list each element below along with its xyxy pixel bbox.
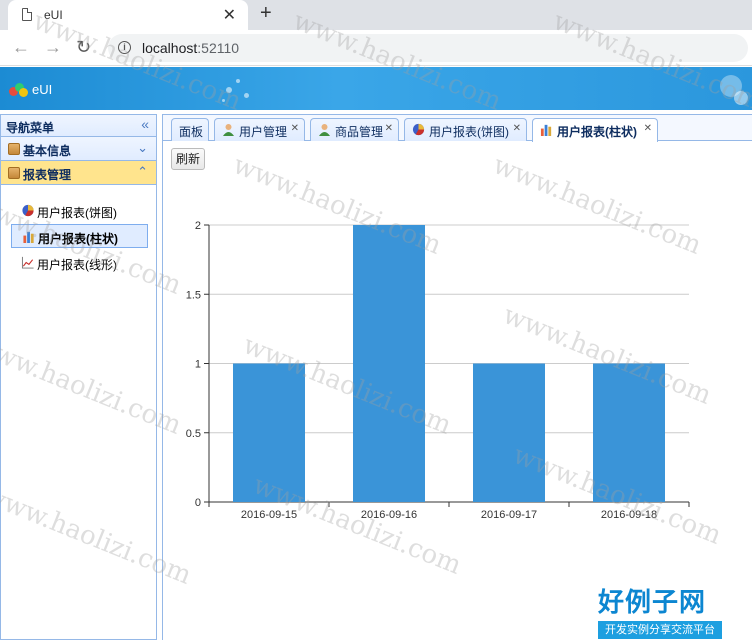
bar (593, 363, 665, 502)
collapse-left-icon[interactable]: « (141, 116, 149, 132)
group-label: 报表管理 (23, 168, 72, 182)
user-icon (319, 124, 330, 136)
header-bubble (236, 79, 240, 83)
group-report-management[interactable]: 报表管理 ⌃ (1, 161, 156, 185)
folder-icon (8, 143, 20, 155)
document-icon (22, 8, 32, 21)
x-tick-label: 2016-09-18 (601, 509, 657, 521)
close-tab-icon[interactable]: ✕ (513, 123, 521, 134)
tab-label: 用户报表(饼图) (429, 125, 509, 139)
info-icon[interactable]: i (118, 41, 131, 54)
y-tick-label: 0.5 (186, 428, 201, 440)
pie-chart-icon (22, 204, 34, 217)
close-tab-icon[interactable]: ✕ (385, 123, 393, 134)
reload-icon[interactable]: ↻ (76, 37, 91, 58)
sidebar-item-label: 用户报表(饼图) (37, 206, 117, 220)
app-header: eUI (0, 67, 752, 110)
tab-label: 面板 (179, 125, 204, 139)
line-chart-icon (21, 256, 34, 269)
sidebar-item-label: 用户报表(线形) (37, 258, 117, 272)
tab-product-management[interactable]: 商品管理 ✕ (310, 118, 399, 141)
collapse-up-icon[interactable]: ⌃ (137, 164, 148, 180)
refresh-button[interactable]: 刷新 (171, 148, 206, 170)
bar (353, 225, 425, 502)
sidebar-header: 导航菜单 « (1, 115, 156, 137)
brand-title: 好例子网 (598, 588, 707, 618)
sidebar-title: 导航菜单 (6, 121, 55, 135)
x-tick-label: 2016-09-17 (481, 509, 537, 521)
pie-chart-icon (412, 123, 425, 136)
bar-chart-container: 0 0.5 1 1.5 2 2016-09-15 2016-09-16 2016-09-17 2… (163, 205, 752, 535)
brand-watermark: 好例子网 开发实例分享交流平台 (598, 582, 722, 639)
header-bubble (244, 93, 249, 98)
sidebar-item-pie-report[interactable]: 用户报表(饼图) (11, 199, 148, 223)
group-basic-info[interactable]: 基本信息 ⌄ (1, 137, 156, 161)
x-tick-label: 2016-09-16 (361, 509, 417, 521)
close-tab-icon[interactable]: ✕ (291, 123, 299, 134)
tab-panel[interactable]: 面板 (171, 118, 209, 141)
browser-tab[interactable]: eUI ✕ (8, 0, 248, 30)
header-bubble (226, 87, 232, 93)
sidebar-item-line-report[interactable]: 用户报表(线形) (11, 251, 148, 275)
folder-icon (8, 167, 20, 179)
bar (233, 363, 305, 502)
browser-tab-strip: eUI ✕ + (0, 0, 752, 30)
y-tick-label: 0 (195, 497, 201, 509)
close-tab-icon[interactable]: ✕ (644, 123, 652, 134)
brand-subtitle: 开发实例分享交流平台 (598, 621, 722, 639)
content-panel: 面板 用户管理 ✕ 商品管理 ✕ 用户报表(饼图) ✕ 用户报表(柱状) ✕ 刷… (162, 114, 752, 640)
tab-bar-report[interactable]: 用户报表(柱状) ✕ (532, 118, 658, 142)
browser-tab-title: eUI (44, 8, 63, 22)
expand-down-icon[interactable]: ⌄ (137, 140, 148, 156)
group-label: 基本信息 (23, 144, 72, 158)
bar-chart-icon (23, 231, 34, 243)
app-name: eUI (32, 82, 53, 97)
y-tick-label: 2 (195, 220, 201, 232)
content-tabs: 面板 用户管理 ✕ 商品管理 ✕ 用户报表(饼图) ✕ 用户报表(柱状) ✕ (163, 115, 752, 142)
header-bubble (734, 91, 748, 105)
sidebar-item-bar-report[interactable]: 用户报表(柱状) (11, 224, 148, 248)
x-tick-label: 2016-09-15 (241, 509, 297, 521)
bar-chart-icon (540, 124, 552, 136)
url-text: localhost:52110 (142, 40, 240, 56)
y-tick-label: 1 (195, 359, 201, 371)
browser-toolbar: ← → ↻ i localhost:52110 (0, 30, 752, 66)
back-arrow-icon[interactable]: ← (12, 37, 30, 58)
nav-sidebar: 导航菜单 « 基本信息 ⌄ 报表管理 ⌃ 用户报表(饼图) 用户报表(柱状) 用… (0, 114, 157, 640)
tab-pie-report[interactable]: 用户报表(饼图) ✕ (404, 118, 527, 141)
user-icon (223, 124, 234, 136)
tab-user-management[interactable]: 用户管理 ✕ (214, 118, 305, 141)
address-bar[interactable]: i localhost:52110 (108, 34, 748, 62)
header-bubble (222, 99, 225, 102)
tab-label: 用户管理 (239, 125, 288, 139)
forward-arrow-icon[interactable]: → (44, 37, 62, 58)
tab-label: 用户报表(柱状) (557, 125, 637, 139)
bar-chart: 0 0.5 1 1.5 2 2016-09-15 2016-09-16 2016-09-17 2… (186, 220, 690, 521)
new-tab-button[interactable]: + (260, 2, 272, 25)
y-tick-label: 1.5 (186, 289, 201, 301)
tab-label: 商品管理 (335, 125, 384, 139)
app-logo-icon (9, 83, 29, 97)
bar (473, 363, 545, 502)
close-tab-icon[interactable]: ✕ (223, 5, 236, 25)
sidebar-item-label: 用户报表(柱状) (38, 232, 118, 246)
